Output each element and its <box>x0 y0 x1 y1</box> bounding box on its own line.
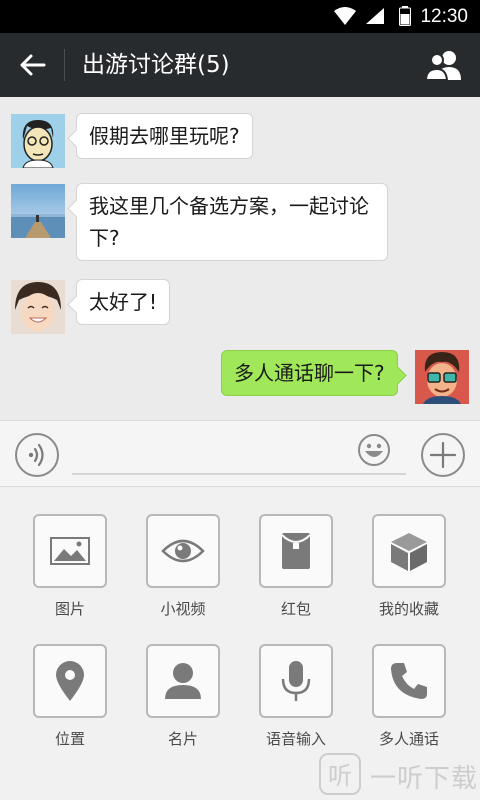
location-pin-icon <box>56 661 84 701</box>
voice-input-label: 语音输入 <box>265 730 326 748</box>
eye-icon <box>161 539 205 563</box>
smiling-girl-avatar[interactable] <box>11 280 65 334</box>
voice-wave-icon <box>28 443 44 467</box>
voice-input-tile-frame <box>259 644 333 718</box>
red-packet-icon <box>281 533 311 569</box>
photo-tile[interactable]: 图片 <box>20 514 120 624</box>
location-tile[interactable]: 位置 <box>20 644 120 754</box>
contact-card-label: 名片 <box>167 730 198 748</box>
status-time: 12:30 <box>420 6 468 27</box>
location-label: 位置 <box>54 730 85 748</box>
my-message-bubble[interactable]: 多人通话聊一下? <box>221 350 398 396</box>
cube-icon <box>391 533 427 571</box>
message-bubble[interactable]: 太好了! <box>76 279 171 325</box>
battery-icon <box>399 6 411 26</box>
svg-text:听: 听 <box>328 762 352 790</box>
cartoon-man-avatar[interactable] <box>415 350 469 404</box>
status-bar: 12:30 <box>0 0 480 33</box>
contact-card-tile[interactable]: 名片 <box>133 644 233 754</box>
input-bar <box>0 420 480 487</box>
watermark-logo-icon: 听 <box>319 753 361 795</box>
phone-icon <box>391 663 427 699</box>
message-input[interactable] <box>72 435 406 475</box>
image-icon <box>50 537 90 565</box>
signal-icon <box>366 8 384 24</box>
watermark-text: 一听下载 <box>370 764 479 794</box>
back-arrow-icon[interactable] <box>18 51 46 79</box>
wifi-icon <box>334 7 356 25</box>
group-call-tile[interactable]: 多人通话 <box>359 644 459 754</box>
photo-label: 图片 <box>54 600 85 618</box>
photo-tile-frame <box>33 514 107 588</box>
red-packet-tile[interactable]: 红包 <box>246 514 346 624</box>
person-icon <box>165 663 201 699</box>
group-call-tile-frame <box>372 644 446 718</box>
more-actions-button[interactable] <box>421 433 465 477</box>
chat-title: 出游讨论群(5) <box>82 52 230 78</box>
favorites-tile-frame <box>372 514 446 588</box>
short-video-tile-frame <box>146 514 220 588</box>
message-list[interactable]: 假期去哪里玩呢? 我这里几个备选方案，一起讨论下? 太好了! 多人通话聊一下? <box>0 97 480 420</box>
message-bubble[interactable]: 假期去哪里玩呢? <box>76 113 253 159</box>
message-bubble[interactable]: 我这里几个备选方案，一起讨论下? <box>76 183 388 261</box>
chat-header: 出游讨论群(5) <box>0 33 480 97</box>
short-video-tile[interactable]: 小视频 <box>133 514 233 624</box>
voice-input-tile[interactable]: 语音输入 <box>246 644 346 754</box>
emoji-icon[interactable] <box>357 433 391 467</box>
contact-card-tile-frame <box>146 644 220 718</box>
favorites-tile[interactable]: 我的收藏 <box>359 514 459 624</box>
favorites-label: 我的收藏 <box>378 600 439 618</box>
lake-scenery-avatar[interactable] <box>11 184 65 238</box>
header-divider <box>64 49 65 81</box>
microphone-icon <box>281 661 311 701</box>
glasses-man-avatar[interactable] <box>11 114 65 168</box>
group-members-icon[interactable] <box>424 49 464 81</box>
voice-mode-button[interactable] <box>15 433 59 477</box>
group-call-label: 多人通话 <box>378 730 439 748</box>
short-video-label: 小视频 <box>160 600 206 618</box>
watermark: 听 一听下载 <box>318 752 478 796</box>
plus-icon <box>429 441 457 469</box>
location-tile-frame <box>33 644 107 718</box>
red-packet-label: 红包 <box>280 600 311 618</box>
red-packet-tile-frame <box>259 514 333 588</box>
